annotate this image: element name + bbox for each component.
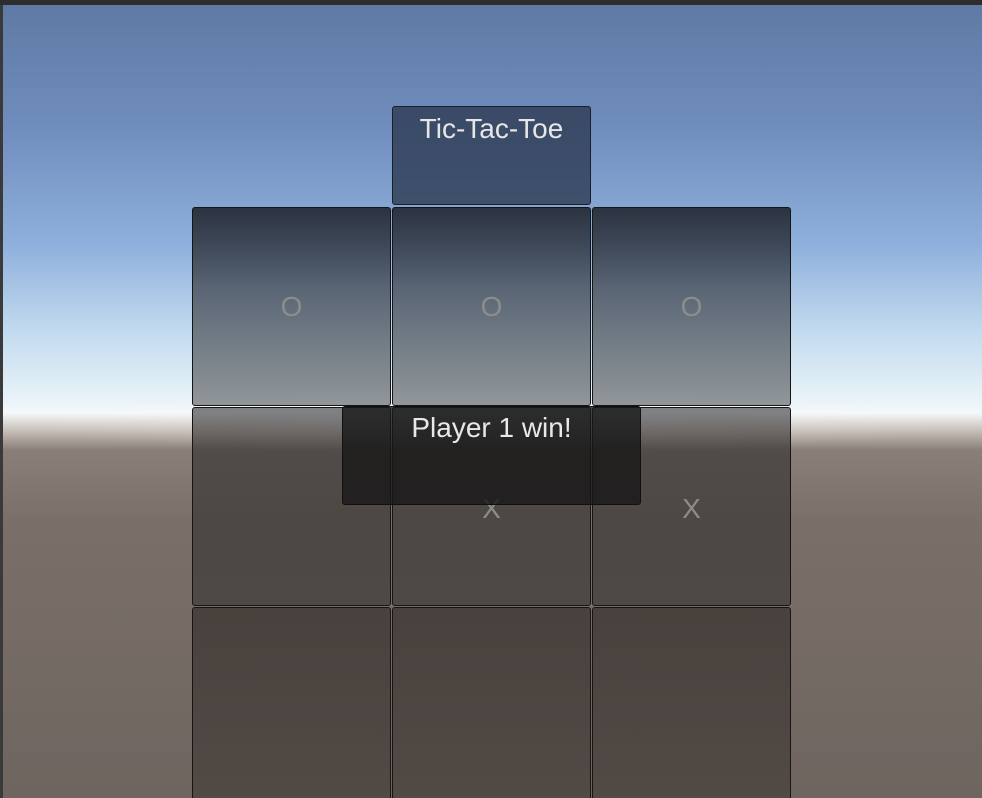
window-left-edge bbox=[0, 5, 3, 798]
cell-mark: O bbox=[280, 290, 303, 322]
cell-mark: X bbox=[682, 492, 701, 524]
result-message-panel: Player 1 win! bbox=[342, 406, 641, 505]
board-cell-2-0[interactable] bbox=[192, 607, 391, 798]
board-cell-0-0[interactable]: O bbox=[192, 207, 391, 406]
game-title-panel: Tic-Tac-Toe bbox=[392, 106, 591, 205]
cell-mark: O bbox=[480, 290, 503, 322]
result-message: Player 1 win! bbox=[411, 412, 572, 443]
board-cell-0-1[interactable]: O bbox=[392, 207, 591, 406]
board-cell-2-2[interactable] bbox=[592, 607, 791, 798]
board-cell-0-2[interactable]: O bbox=[592, 207, 791, 406]
cell-mark: O bbox=[680, 290, 703, 322]
board-cell-2-1[interactable] bbox=[392, 607, 591, 798]
game-viewport: Tic-Tac-Toe O O O X X Player 1 win! bbox=[0, 0, 982, 798]
game-title: Tic-Tac-Toe bbox=[419, 113, 564, 144]
